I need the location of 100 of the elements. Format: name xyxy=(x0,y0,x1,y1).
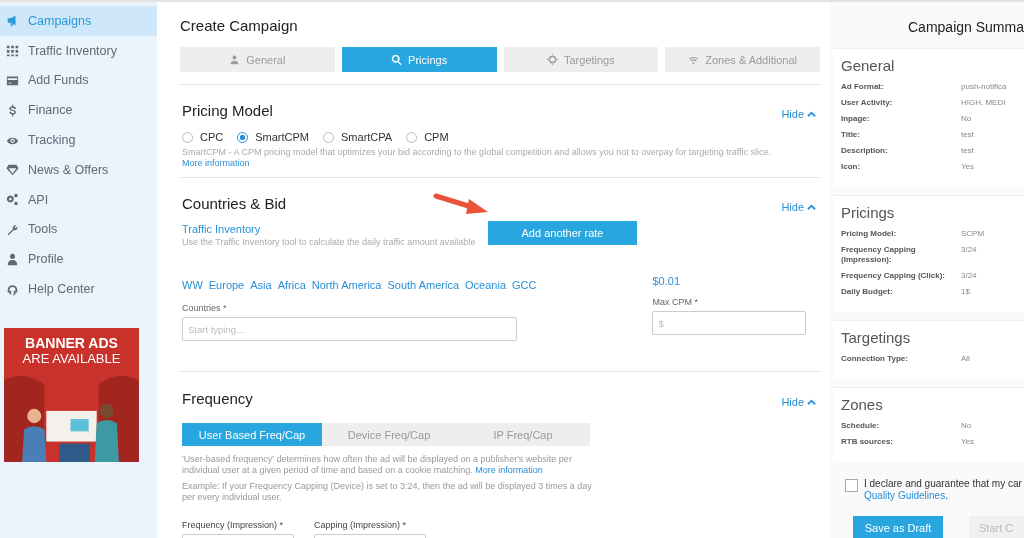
region-link[interactable]: Oceania xyxy=(465,279,506,291)
summary-value: push-notifica xyxy=(961,82,1007,92)
region-link[interactable]: North America xyxy=(311,279,382,291)
radio-option[interactable]: CPM xyxy=(406,131,449,143)
step-tab[interactable]: Pricings xyxy=(341,47,497,72)
chevron-up-icon xyxy=(807,399,816,405)
sidebar-item[interactable]: Traffic Inventory xyxy=(0,35,157,66)
countries-input[interactable]: Start typing... xyxy=(182,317,517,341)
chevron-up-icon xyxy=(807,204,816,210)
sidebar-item[interactable]: Add Funds xyxy=(0,65,157,96)
radio-option[interactable]: CPC xyxy=(182,131,224,143)
sidebar-item[interactable]: Tracking xyxy=(0,125,157,155)
grid-icon xyxy=(6,44,19,58)
add-rate-button[interactable]: Add another rate xyxy=(488,221,637,245)
sidebar-item[interactable]: Campaigns xyxy=(0,6,157,36)
checkbox[interactable] xyxy=(845,479,858,492)
sidebar-item[interactable]: Help Center xyxy=(0,274,157,304)
summary-value: test xyxy=(961,130,974,140)
frequency-tab[interactable]: Device Freq/Cap xyxy=(322,423,457,446)
field-label: Countries * xyxy=(182,303,228,313)
summary-value: All xyxy=(961,354,970,364)
summary-label: Title: xyxy=(841,130,861,140)
summary-label: Connection Type: xyxy=(841,354,909,364)
summary-section-title: Targetings xyxy=(841,329,912,346)
inventory-hint: Use the Traffic Inventory tool to calculate the daily traffic amount available xyxy=(182,237,476,248)
diamond-icon xyxy=(6,163,19,177)
region-link[interactable]: GCC xyxy=(512,279,537,291)
summary-label: RTB sources: xyxy=(841,437,894,447)
radio-button[interactable] xyxy=(237,131,249,143)
max-cpm-input[interactable]: $ xyxy=(652,311,807,335)
description-text: 'User-based frequency' determines how often the ad will be displayed on a publisher's website per individual user at a given period of time and based on a cookie matching. More information xyxy=(182,454,573,476)
person-icon xyxy=(6,252,19,266)
summary-section-title: General xyxy=(841,57,896,74)
region-link[interactable]: Africa xyxy=(277,279,306,291)
summary-value: Yes xyxy=(961,162,975,172)
radio-label: SmartCPM xyxy=(255,131,309,143)
summary-label: Pricing Model: xyxy=(841,229,898,239)
crosshair-icon xyxy=(547,54,558,65)
banner-text: BANNER ADS xyxy=(25,335,118,351)
hide-link[interactable]: Hide xyxy=(781,201,816,213)
card-icon xyxy=(6,74,19,87)
summary-label: Frequency Capping (Click): xyxy=(841,271,946,281)
summary-value: 1$ xyxy=(961,287,970,297)
more-information-link[interactable]: More information xyxy=(182,158,250,168)
sidebar-item[interactable]: Tools xyxy=(0,214,157,245)
declaration-text: I declare and guarantee that my car Quality Guidelines. xyxy=(864,478,1022,502)
more-information-link[interactable]: More information xyxy=(475,465,543,475)
frequency-tab[interactable]: IP Freq/Cap xyxy=(456,423,590,446)
banner-text: ARE AVAILABLE xyxy=(22,350,121,366)
radio-option[interactable]: SmartCPM xyxy=(237,131,309,143)
summary-label: Description: xyxy=(841,146,889,156)
summary-value: HIGH, MEDI xyxy=(961,98,1006,108)
sidebar-item[interactable]: Profile xyxy=(0,244,157,275)
region-link[interactable]: South America xyxy=(387,279,460,291)
frequency-tab[interactable]: User Based Freq/Cap xyxy=(182,423,323,446)
save-draft-button[interactable]: Save as Draft xyxy=(853,516,943,538)
summary-value: 3/24 xyxy=(961,245,977,255)
step-tab[interactable]: General xyxy=(180,47,335,72)
summary-title: Campaign Summa xyxy=(908,19,1024,35)
summary-value: Yes xyxy=(961,437,975,447)
summary-label: Frequency Capping (Impression): xyxy=(841,245,917,265)
summary-label: Inpage: xyxy=(841,114,871,124)
region-link[interactable]: WW xyxy=(182,279,203,291)
summary-label: Daily Budget: xyxy=(841,287,894,297)
description-text: SmartCPM - A CPM pricing model that optimizes your bid according to the global competition and allows you not to overpay for targeting traffic slice. More information xyxy=(182,147,773,169)
sidebar-item[interactable]: News & Offers xyxy=(0,155,157,185)
summary-label: Icon: xyxy=(841,162,862,172)
traffic-inventory-link[interactable]: Traffic Inventory xyxy=(182,223,476,235)
summary-section-title: Zones xyxy=(841,396,884,413)
summary-value: SCPM xyxy=(961,229,985,239)
field-label: Frequency (Impression) * xyxy=(182,520,285,530)
chevron-up-icon xyxy=(807,111,816,117)
region-link[interactable]: Asia xyxy=(250,279,272,291)
wifi-icon xyxy=(688,54,700,65)
dollar-icon xyxy=(6,103,19,117)
summary-label: User Activity: xyxy=(841,98,894,108)
example-text: Example: If your Frequency Capping (Device) is set to 3:24, then the ad will be displayed 3 times a day per every individual user. xyxy=(182,481,592,503)
page-title: Create Campaign xyxy=(180,17,299,34)
summary-value: 3/24 xyxy=(961,271,977,281)
hide-link[interactable]: Hide xyxy=(781,396,816,408)
summary-label: Ad Format: xyxy=(841,82,885,92)
step-tab[interactable]: Targetings xyxy=(503,47,659,72)
hide-link[interactable]: Hide xyxy=(781,108,816,120)
sidebar-item[interactable]: API xyxy=(0,184,157,215)
section-title: Countries & Bid xyxy=(182,195,287,212)
field-label: Capping (Impression) * xyxy=(314,520,408,530)
summary-value: No xyxy=(961,421,972,431)
summary-value: test xyxy=(961,146,974,156)
radio-label: CPM xyxy=(424,131,449,143)
step-tab[interactable]: Zones & Additional xyxy=(665,47,820,72)
summary-section-title: Pricings xyxy=(841,204,896,221)
radio-option[interactable]: SmartCPA xyxy=(323,131,393,143)
price-text: $0.01 xyxy=(652,275,681,287)
headset-icon xyxy=(6,282,19,296)
section-title: Frequency xyxy=(182,390,253,407)
region-link[interactable]: Europe xyxy=(208,279,245,291)
banner-ad[interactable]: BANNER ADS ARE AVAILABLE xyxy=(4,327,139,462)
sidebar-item[interactable]: Finance xyxy=(0,95,157,126)
radio-label: CPC xyxy=(200,131,224,143)
arrow-drawing xyxy=(433,193,489,217)
